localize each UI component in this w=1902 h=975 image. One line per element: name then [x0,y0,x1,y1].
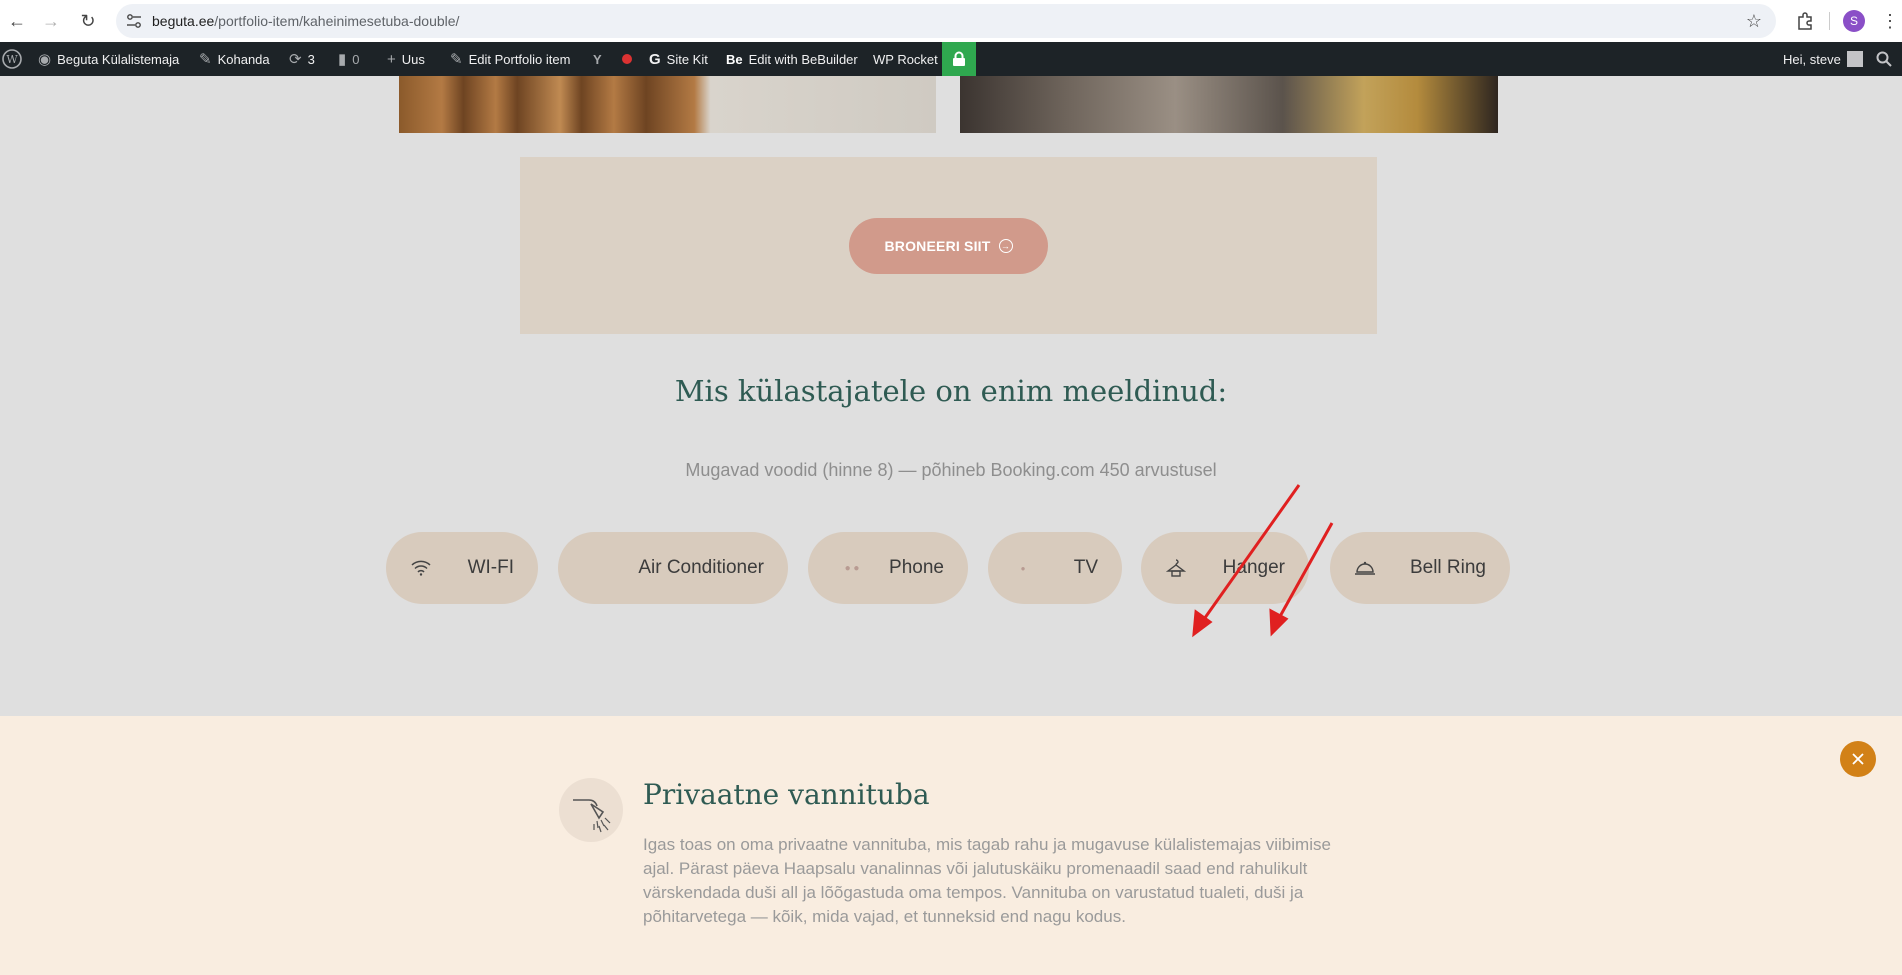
book-now-button[interactable]: BRONEERI SIIT → [849,218,1048,274]
room-photo-stairs [399,76,936,133]
booking-section: BRONEERI SIIT → [520,157,1377,334]
comment-icon: ▮ [338,51,347,68]
amenity-label: Bell Ring [1409,557,1486,578]
pencil-icon: ✎ [450,51,463,68]
amenity-phone[interactable]: ● ● Phone [808,532,968,604]
adminbar-edit-item[interactable]: ✎ Edit Portfolio item [450,42,570,76]
phone-icon: ● ● [844,562,860,574]
site-name-label: Beguta Külalistemaja [57,51,180,67]
amenity-label: Phone [889,557,944,578]
user-avatar [1846,51,1863,67]
new-label: Uus [401,51,425,67]
greeting-label: Hei, steve [1783,51,1841,67]
google-g-icon: G [649,50,661,68]
dashboard-icon: ◉ [38,51,52,68]
adminbar-account[interactable]: Hei, steve [1783,42,1863,76]
site-settings-icon[interactable] [126,13,142,29]
customize-label: Kohanda [217,51,270,67]
bebuilder-icon: Be [726,51,743,67]
seo-status-dot [622,42,632,76]
amenities-subtitle: Mugavad voodid (hinne 8) — põhineb Booki… [685,460,1217,480]
amenity-label: TV [1073,557,1098,578]
air-conditioner-icon [582,557,604,579]
updates-icon: ⟳ [289,51,302,68]
close-button[interactable] [1840,741,1876,777]
brush-icon: ✎ [199,51,212,68]
url-host: beguta.ee [152,13,215,29]
adminbar-search-icon[interactable] [1876,42,1892,76]
hanger-icon [1165,557,1187,579]
profile-avatar[interactable]: S [1843,10,1865,32]
arrow-circle-right-icon: → [998,239,1013,253]
edit-item-label: Edit Portfolio item [468,51,571,67]
comments-count: 0 [352,51,360,67]
back-icon[interactable]: ← [4,8,30,34]
adminbar-customize[interactable]: ✎ Kohanda [199,42,270,76]
panel-title: Privaatne vannituba [643,778,930,811]
panel-description: Igas toas on oma privaatne vannituba, mi… [643,835,1331,926]
site-kit-label: Site Kit [666,51,708,67]
amenity-label: WI-FI [467,557,514,578]
svg-text:W: W [6,53,18,66]
amenity-hanger[interactable]: Hanger [1141,532,1309,604]
amenity-air-conditioner[interactable]: Air Conditioner [558,532,788,604]
amenity-label: Hanger [1222,557,1285,578]
adminbar-site-kit[interactable]: G Site Kit [649,42,708,76]
adminbar-new[interactable]: + Uus [387,42,425,76]
bookmark-star-icon[interactable]: ☆ [1746,11,1762,32]
updates-count: 3 [307,51,315,67]
adminbar-updates[interactable]: ⟳ 3 [289,42,315,76]
toolbar-divider [1829,12,1830,30]
room-photo-floor [960,76,1498,133]
plus-icon: + [387,50,396,68]
tv-icon: ● [1020,563,1026,573]
reload-icon[interactable]: ↻ [75,8,101,34]
wordpress-logo-icon[interactable]: W [2,42,22,76]
adminbar-comments[interactable]: ▮ 0 [338,42,360,76]
wp-admin-bar: W ◉ Beguta Külalistemaja ✎ Kohanda ⟳ 3 ▮… [0,42,1902,76]
amenities-title: Mis külastajatele on enim meeldinud: [674,374,1228,408]
shower-icon [559,778,623,842]
extensions-icon[interactable] [1792,8,1818,34]
url-path: /portfolio-item/kaheinimesetuba-double/ [214,13,460,29]
wifi-icon [410,557,432,579]
amenity-tv[interactable]: ● TV [988,532,1122,604]
forward-icon[interactable]: → [38,8,64,34]
amenity-wifi[interactable]: WI-FI [386,532,538,604]
bell-ring-icon [1354,557,1376,579]
amenity-label: Air Conditioner [638,557,764,578]
yoast-icon[interactable]: Y [593,42,602,76]
browser-toolbar: ← → ↻ beguta.ee/portfolio-item/kaheinime… [0,0,1902,42]
close-icon [1852,753,1864,765]
address-bar[interactable]: beguta.ee/portfolio-item/kaheinimesetuba… [116,4,1776,38]
bebuilder-label: Edit with BeBuilder [748,51,858,67]
amenity-bell-ring[interactable]: Bell Ring [1330,532,1510,604]
adminbar-site-name[interactable]: ◉ Beguta Külalistemaja [38,42,179,76]
amenity-detail-panel: Privaatne vannituba Igas toas on oma pri… [0,716,1902,975]
security-lock-icon[interactable] [942,42,976,76]
book-now-label: BRONEERI SIIT [884,238,991,254]
adminbar-wp-rocket[interactable]: WP Rocket [873,42,938,76]
url-text[interactable]: beguta.ee/portfolio-item/kaheinimesetuba… [152,13,459,29]
adminbar-bebuilder[interactable]: Be Edit with BeBuilder [726,42,858,76]
wp-rocket-label: WP Rocket [873,51,938,67]
browser-menu-icon[interactable]: ⋮ [1880,8,1900,34]
